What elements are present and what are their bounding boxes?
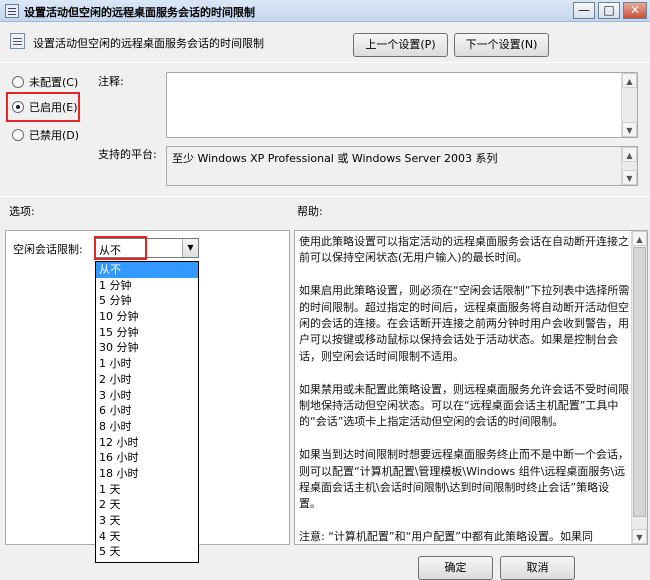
option-item[interactable]: 1 小时 (96, 356, 198, 372)
help-paragraph: 使用此策略设置可以指定活动的远程桌面服务会话在自动断开连接之前可以保持空闲状态(… (299, 235, 629, 265)
minimize-button[interactable]: — (573, 2, 595, 19)
scroll-down-icon[interactable]: ▼ (622, 122, 637, 137)
cancel-button[interactable]: 取消 (500, 556, 575, 580)
option-item[interactable]: 4 天 (96, 529, 198, 545)
help-text: 使用此策略设置可以指定活动的远程桌面服务会话在自动断开连接之前可以保持空闲状态(… (299, 234, 631, 544)
highlight-dropdown-box (94, 236, 147, 260)
scroll-up-icon[interactable]: ▲ (622, 73, 637, 88)
idle-limit-label: 空闲会话限制: (13, 243, 83, 256)
middle-divider (0, 196, 650, 197)
scroll-down-icon[interactable]: ▼ (622, 170, 637, 185)
highlight-enabled-box (6, 92, 80, 122)
previous-setting-button[interactable]: 上一个设置(P) (353, 33, 448, 57)
option-item[interactable]: 12 小时 (96, 435, 198, 451)
comment-label: 注释: (98, 75, 124, 88)
header-divider (0, 62, 650, 63)
option-item[interactable]: 3 天 (96, 513, 198, 529)
help-paragraph: 如果当到达时间限制时想要远程桌面服务终止而不是中断一个会话，则可以配置“计算机配… (299, 448, 629, 511)
scroll-down-icon[interactable]: ▼ (632, 529, 647, 544)
option-item[interactable]: 30 分钟 (96, 340, 198, 356)
option-item[interactable]: 18 小时 (96, 466, 198, 482)
help-paragraph: 如果禁用或未配置此策略设置，则远程桌面服务允许会话不受时间限制地保持活动但空闲状… (299, 382, 629, 429)
option-item[interactable]: 从不 (96, 262, 198, 278)
platform-box: 至少 Windows XP Professional 或 Windows Ser… (166, 146, 638, 186)
comment-scrollbar[interactable]: ▲ ▼ (621, 73, 637, 137)
help-scrollbar[interactable]: ▲ ▼ (631, 231, 647, 544)
option-item[interactable]: 3 小时 (96, 388, 198, 404)
options-header: 选项: (9, 205, 35, 218)
radio-disabled[interactable]: 已禁用(D) (12, 127, 79, 143)
setting-title: 设置活动但空闲的远程桌面服务会话的时间限制 (33, 37, 264, 50)
platform-value: 至少 Windows XP Professional 或 Windows Ser… (172, 152, 498, 165)
option-item[interactable]: 8 小时 (96, 419, 198, 435)
radio-not-configured[interactable]: 未配置(C) (12, 74, 78, 90)
radio-disabled-dot[interactable] (12, 129, 24, 141)
option-item[interactable]: 15 分钟 (96, 325, 198, 341)
help-scroll-thumb[interactable] (633, 247, 646, 517)
setting-icon (10, 33, 25, 49)
platform-scrollbar[interactable]: ▲ ▼ (621, 147, 637, 185)
radio-disabled-label: 已禁用(D) (29, 129, 80, 142)
maximize-button[interactable]: □ (598, 2, 620, 19)
radio-not-configured-label: 未配置(C) (29, 76, 79, 89)
option-item[interactable]: 16 小时 (96, 450, 198, 466)
platform-label: 支持的平台: (98, 148, 157, 161)
radio-not-configured-dot[interactable] (12, 76, 24, 88)
next-setting-button[interactable]: 下一个设置(N) (454, 33, 549, 57)
dropdown-arrow-icon[interactable]: ▼ (182, 239, 198, 257)
scroll-up-icon[interactable]: ▲ (622, 147, 637, 162)
close-button[interactable]: ✕ (623, 2, 647, 19)
option-item[interactable]: 6 小时 (96, 403, 198, 419)
comment-textbox[interactable]: ▲ ▼ (166, 72, 638, 138)
option-item[interactable]: 1 分钟 (96, 278, 198, 294)
option-item[interactable]: 5 分钟 (96, 293, 198, 309)
ok-button[interactable]: 确定 (418, 556, 493, 580)
idle-limit-options-list: 从不 1 分钟 5 分钟 10 分钟 15 分钟 30 分钟 1 小时 2 小时… (95, 261, 199, 563)
title-bar: 设置活动但空闲的远程桌面服务会话的时间限制 — □ ✕ (0, 0, 650, 22)
help-paragraph: 注意: “计算机配置”和“用户配置”中都有此策略设置。如果同 (299, 530, 593, 544)
option-item[interactable]: 2 天 (96, 497, 198, 513)
option-item[interactable]: 1 天 (96, 482, 198, 498)
window-title: 设置活动但空闲的远程桌面服务会话的时间限制 (24, 6, 255, 19)
help-paragraph: 如果启用此策略设置，则必须在“空闲会话限制”下拉列表中选择所需的时间限制。超过指… (299, 284, 630, 363)
policy-icon (5, 4, 19, 18)
help-header: 帮助: (297, 205, 323, 218)
scroll-up-icon[interactable]: ▲ (632, 231, 647, 246)
option-item[interactable]: 5 天 (96, 544, 198, 560)
option-item[interactable]: 10 分钟 (96, 309, 198, 325)
option-item[interactable]: 2 小时 (96, 372, 198, 388)
help-panel: 使用此策略设置可以指定活动的远程桌面服务会话在自动断开连接之前可以保持空闲状态(… (294, 230, 648, 545)
